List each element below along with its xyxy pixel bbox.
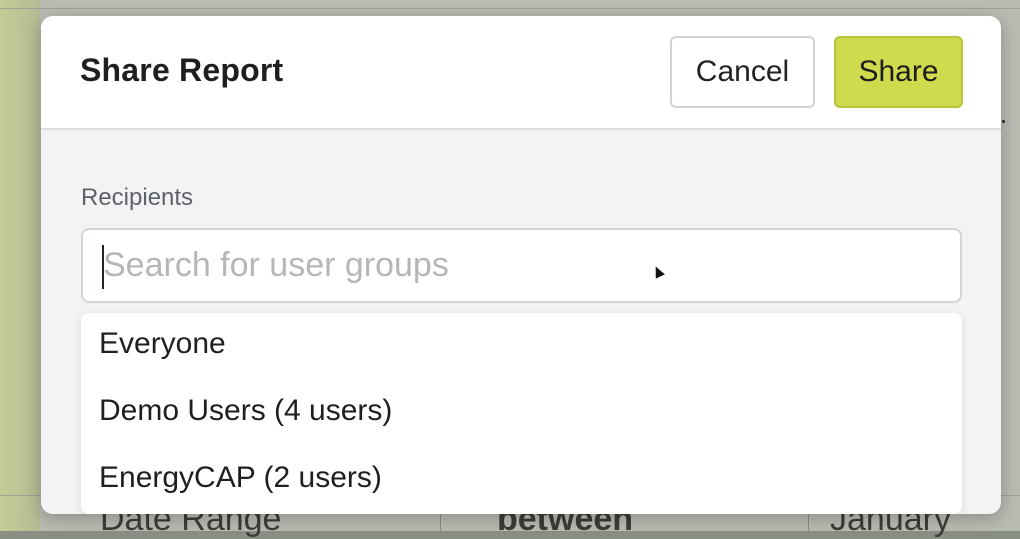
recipients-search-input[interactable] [103, 240, 923, 290]
recipients-search-field[interactable] [81, 228, 962, 303]
background-divider [0, 8, 1020, 9]
text-caret [102, 245, 104, 289]
background-left-strip [0, 0, 40, 531]
cancel-button[interactable]: Cancel [670, 36, 815, 108]
modal-header: Share Report Cancel Share [41, 16, 1001, 130]
recipients-dropdown: Everyone Demo Users (4 users) EnergyCAP … [81, 313, 962, 514]
dropdown-option-energycap[interactable]: EnergyCAP (2 users) [99, 461, 382, 495]
modal-title: Share Report [80, 52, 284, 88]
share-report-modal: Share Report Cancel Share Recipients Eve… [41, 16, 1001, 514]
share-button[interactable]: Share [834, 36, 963, 108]
recipients-label: Recipients [81, 184, 194, 211]
dropdown-option-everyone[interactable]: Everyone [99, 327, 226, 361]
dropdown-option-demo-users[interactable]: Demo Users (4 users) [99, 394, 392, 428]
background-dot [1002, 120, 1005, 123]
